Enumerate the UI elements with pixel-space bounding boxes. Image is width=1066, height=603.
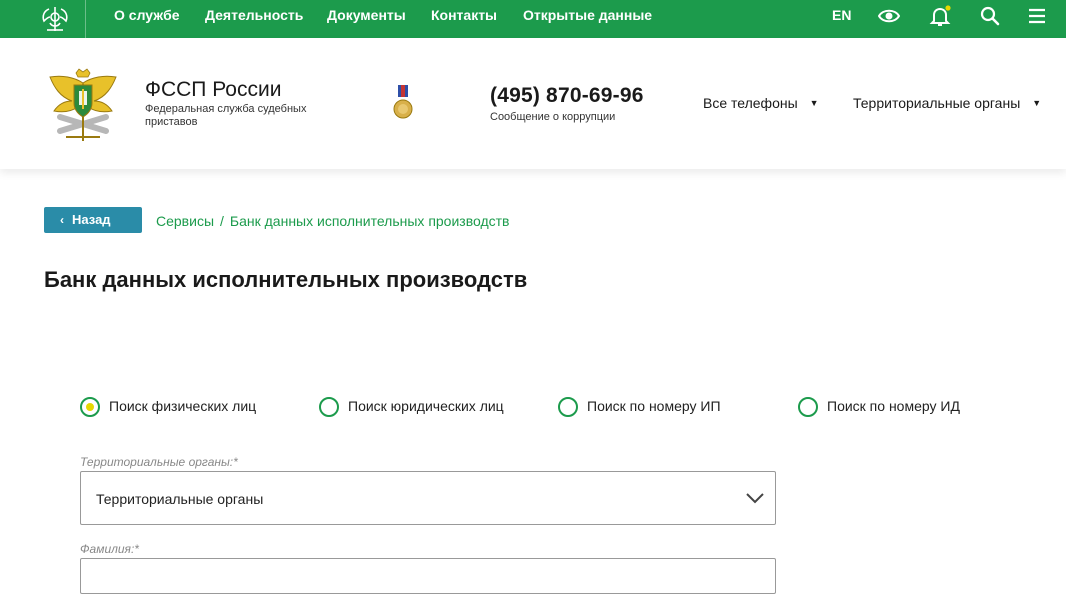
territory-select[interactable]: Территориальные органы xyxy=(80,471,776,525)
phone-caption: Сообщение о коррупции xyxy=(490,111,616,123)
breadcrumb: Сервисы / Банк данных исполнительных произ… xyxy=(156,213,510,229)
breadcrumb-current[interactable]: Банк данных исполнительных производств xyxy=(230,213,510,229)
menu-item-open-data[interactable]: Открытые данные xyxy=(523,0,652,38)
top-navigation-bar: О службе Деятельность Документы Контакты… xyxy=(0,0,1066,38)
radio-circle xyxy=(319,397,339,417)
language-switch[interactable]: EN xyxy=(832,0,851,38)
all-phones-dropdown[interactable]: Все телефоны ▼ xyxy=(703,95,819,111)
org-subtitle: Федеральная служба судебных приставов xyxy=(145,103,307,128)
territorial-bodies-dropdown[interactable]: Территориальные органы ▼ xyxy=(853,95,1041,111)
menu-item-activity[interactable]: Деятельность xyxy=(205,0,303,38)
page-title: Банк данных исполнительных производств xyxy=(44,267,528,292)
org-title[interactable]: ФССП России xyxy=(145,78,281,102)
caret-down-icon: ▼ xyxy=(809,98,819,108)
breadcrumb-services[interactable]: Сервисы xyxy=(156,213,214,229)
territory-field-label: Территориальные органы:* xyxy=(80,455,238,469)
radio-label: Поиск по номеру ИП xyxy=(587,398,721,414)
chevron-down-icon xyxy=(746,493,764,504)
fssp-emblem-small-icon[interactable] xyxy=(38,3,72,35)
radio-label: Поиск по номеру ИД xyxy=(827,398,960,414)
notification-dot xyxy=(945,5,951,11)
radio-circle xyxy=(80,397,100,417)
radio-circle xyxy=(798,397,818,417)
territory-select-value: Территориальные органы xyxy=(96,491,264,507)
caret-down-icon: ▼ xyxy=(1032,98,1042,108)
surname-input[interactable] xyxy=(80,558,776,594)
menu-icon[interactable] xyxy=(1026,5,1048,27)
search-icon[interactable] xyxy=(979,5,1001,27)
bell-icon[interactable] xyxy=(929,5,951,27)
radio-label: Поиск физических лиц xyxy=(109,398,257,414)
menu-item-about[interactable]: О службе xyxy=(114,0,180,38)
menu-item-contacts[interactable]: Контакты xyxy=(431,0,497,38)
phone-number[interactable]: (495) 870-69-96 xyxy=(490,84,644,108)
site-header: ФССП России Федеральная служба судебных … xyxy=(0,38,1066,169)
back-button[interactable]: ‹ Назад xyxy=(44,207,142,233)
medal-icon[interactable] xyxy=(392,85,414,123)
eye-icon[interactable] xyxy=(878,5,900,27)
radio-circle xyxy=(558,397,578,417)
nav-divider xyxy=(85,0,86,38)
back-button-label: Назад xyxy=(72,212,111,227)
breadcrumb-separator: / xyxy=(220,213,224,229)
all-phones-label: Все телефоны xyxy=(703,95,798,111)
fssp-emblem-logo[interactable] xyxy=(46,67,120,143)
radio-selected-dot xyxy=(86,403,94,411)
surname-field-label: Фамилия:* xyxy=(80,542,139,556)
chevron-left-icon: ‹ xyxy=(60,213,64,227)
menu-item-documents[interactable]: Документы xyxy=(327,0,406,38)
radio-label: Поиск юридических лиц xyxy=(348,398,504,414)
territorial-bodies-label: Территориальные органы xyxy=(853,95,1021,111)
